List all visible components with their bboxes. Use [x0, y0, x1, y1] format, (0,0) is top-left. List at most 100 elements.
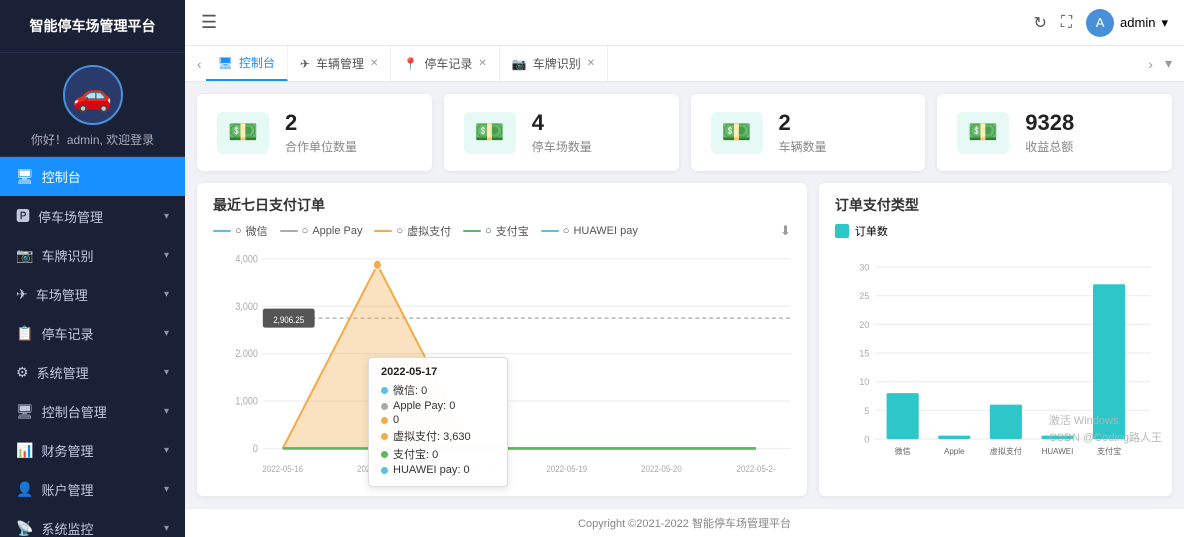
sidebar-menu: 🖥 控制台 🅿 停车场管理 ▾ 📷 车牌识别 ▾ ✈ 车场管理 ▾: [0, 157, 185, 537]
stat-value-2: 2: [779, 110, 827, 136]
refresh-icon[interactable]: ↻: [1033, 13, 1046, 33]
legend-apple-label: Apple Pay: [312, 225, 362, 237]
tooltip-row-0: 微信: 0: [381, 382, 495, 398]
bar-chart-svg: 30 25 20 15 10 5 0 微信 Apple: [835, 245, 1156, 484]
tab-plate[interactable]: 📷 车牌识别 ✕: [500, 46, 608, 81]
avatar: 🚗: [63, 65, 123, 125]
line-chart-area: 4,000 3,000 2,000 1,000 0 2022-05-16 202…: [213, 247, 791, 484]
stat-label-1: 停车场数量: [532, 138, 592, 155]
stat-icon-0: 💵: [217, 112, 269, 154]
chart-tooltip: 2022-05-17 微信: 0 Apple Pay: 0 0: [368, 357, 508, 487]
sidebar-item-系统管理[interactable]: ⚙ 系统管理 ▾: [0, 353, 185, 392]
sidebar-item-系统监控[interactable]: 📡 系统监控 ▾: [0, 509, 185, 537]
sidebar-item-财务管理[interactable]: 📊 财务管理 ▾: [0, 431, 185, 470]
fullscreen-icon[interactable]: ⛶: [1061, 14, 1072, 32]
stat-card-1: 💵 4 停车场数量: [444, 94, 679, 171]
svg-text:0: 0: [864, 434, 869, 444]
tooltip-row-4: 支付宝: 0: [381, 446, 495, 462]
svg-text:支付宝: 支付宝: [1097, 446, 1121, 456]
legend-wechat-label: 微信: [246, 223, 268, 239]
stat-label-3: 收益总额: [1025, 138, 1074, 155]
header-left: ☰: [201, 12, 217, 33]
svg-text:3,000: 3,000: [235, 301, 258, 313]
sidebar-title: 智能停车场管理平台: [0, 0, 185, 53]
stat-info-1: 4 停车场数量: [532, 110, 592, 155]
footer-text: Copyright ©2021-2022 智能停车场管理平台: [578, 518, 791, 530]
stat-card-3: 💵 9328 收益总额: [937, 94, 1172, 171]
svg-text:25: 25: [859, 291, 869, 301]
sidebar-item-停车记录[interactable]: 📋 停车记录 ▾: [0, 314, 185, 353]
content-area: 💵 2 合作单位数量 💵 4 停车场数量 💵 2 车辆数量: [185, 82, 1184, 508]
svg-text:30: 30: [859, 262, 869, 272]
legend-alipay: ○ 支付宝: [463, 223, 529, 239]
svg-text:0: 0: [253, 443, 258, 455]
tab-console[interactable]: 🖥 控制台: [206, 46, 288, 81]
stat-info-0: 2 合作单位数量: [285, 110, 357, 155]
sidebar-item-停车场管理[interactable]: 🅿 停车场管理 ▾: [0, 196, 185, 236]
tab-vehicle-close[interactable]: ✕: [370, 58, 378, 69]
bar-chart-title: 订单支付类型: [835, 195, 1156, 215]
svg-text:15: 15: [859, 348, 869, 358]
stat-info-3: 9328 收益总额: [1025, 110, 1074, 155]
hamburger-icon[interactable]: ☰: [201, 12, 217, 33]
admin-avatar: A: [1086, 9, 1114, 37]
line-chart-title: 最近七日支付订单: [213, 195, 791, 215]
tab-dropdown-btn[interactable]: ▾: [1161, 55, 1176, 72]
svg-text:20: 20: [859, 320, 869, 330]
svg-text:2,000: 2,000: [235, 349, 258, 361]
tab-plate-label: 车牌识别: [533, 55, 581, 72]
bar-chart-card: 订单支付类型 订单数 30: [819, 183, 1172, 496]
tab-parking-close[interactable]: ✕: [478, 58, 486, 69]
legend-huawei-label: HUAWEI pay: [573, 225, 637, 237]
bar-legend-label: 订单数: [855, 223, 888, 239]
admin-info[interactable]: A admin ▾: [1086, 9, 1168, 37]
header: ☰ ↻ ⛶ A admin ▾: [185, 0, 1184, 46]
tooltip-row-2: 0: [381, 414, 495, 426]
legend-apple: ○ Apple Pay: [280, 225, 363, 237]
stat-card-0: 💵 2 合作单位数量: [197, 94, 432, 171]
main-content: ☰ ↻ ⛶ A admin ▾ ‹ 🖥 控制台 ✈ 车辆管理 ✕ 📍 停车记录 …: [185, 0, 1184, 537]
tab-next-btn[interactable]: ›: [1144, 56, 1157, 72]
sidebar-item-控制台管理[interactable]: 🖥 控制台管理 ▾: [0, 392, 185, 431]
svg-text:虚拟支付: 虚拟支付: [990, 446, 1022, 456]
svg-text:2022-05-16: 2022-05-16: [262, 463, 303, 474]
stat-info-2: 2 车辆数量: [779, 110, 827, 155]
stat-value-0: 2: [285, 110, 357, 136]
stat-value-1: 4: [532, 110, 592, 136]
tabs-end: › ▾: [1144, 55, 1176, 72]
welcome-label: 你好！admin, 欢迎登录: [31, 131, 154, 148]
legend-alipay-label: 支付宝: [496, 223, 529, 239]
admin-chevron: ▾: [1161, 15, 1168, 31]
tab-vehicle[interactable]: ✈ 车辆管理 ✕: [288, 46, 391, 81]
sidebar-item-车场管理[interactable]: ✈ 车场管理 ▾: [0, 275, 185, 314]
tab-parking[interactable]: 📍 停车记录 ✕: [391, 46, 499, 81]
sidebar: 智能停车场管理平台 🚗 你好！admin, 欢迎登录 🖥 控制台 🅿 停车场管理…: [0, 0, 185, 537]
svg-text:微信: 微信: [895, 446, 911, 456]
svg-text:2022-05-20: 2022-05-20: [641, 463, 682, 474]
sidebar-item-车牌识别[interactable]: 📷 车牌识别 ▾: [0, 236, 185, 275]
svg-text:2022-05-19: 2022-05-19: [546, 463, 587, 474]
sidebar-avatar: 🚗 你好！admin, 欢迎登录: [0, 53, 185, 157]
tooltip-row-5: HUAWEI pay: 0: [381, 464, 495, 476]
tab-console-icon: 🖥: [218, 56, 233, 70]
legend-virtual: ○ 虚拟支付: [374, 223, 451, 239]
tab-plate-icon: 📷: [512, 57, 527, 71]
stat-value-3: 9328: [1025, 110, 1074, 136]
tab-console-label: 控制台: [239, 54, 275, 71]
stat-icon-1: 💵: [464, 112, 516, 154]
sidebar-item-控制台[interactable]: 🖥 控制台: [0, 157, 185, 196]
download-icon[interactable]: ⬇: [780, 223, 791, 239]
tooltip-row-3: 虚拟支付: 3,630: [381, 428, 495, 444]
tab-parking-icon: 📍: [403, 57, 418, 71]
legend-virtual-label: 虚拟支付: [407, 223, 451, 239]
tab-prev-btn[interactable]: ‹: [193, 56, 206, 72]
bar-chart-legend: 订单数: [835, 223, 1156, 239]
svg-text:2022-05-2-: 2022-05-2-: [737, 463, 776, 474]
stats-row: 💵 2 合作单位数量 💵 4 停车场数量 💵 2 车辆数量: [197, 94, 1172, 171]
stat-icon-2: 💵: [711, 112, 763, 154]
svg-text:10: 10: [859, 377, 869, 387]
tooltip-date: 2022-05-17: [381, 366, 495, 378]
admin-label: admin: [1120, 15, 1155, 30]
tab-plate-close[interactable]: ✕: [587, 58, 595, 69]
sidebar-item-账户管理[interactable]: 👤 账户管理 ▾: [0, 470, 185, 509]
